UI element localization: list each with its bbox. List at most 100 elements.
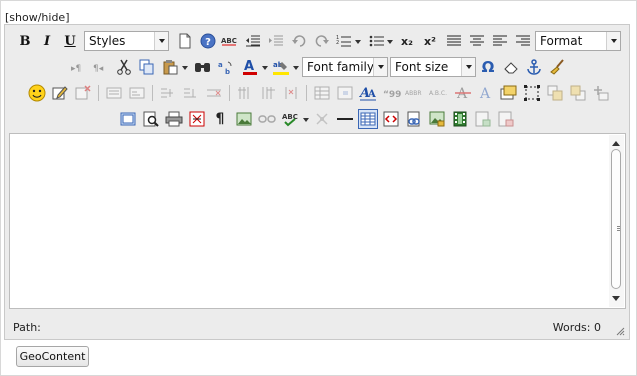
vertical-scrollbar[interactable]: [609, 135, 624, 307]
horizontal-rule-icon[interactable]: [335, 109, 355, 129]
move-forward-icon[interactable]: [545, 83, 565, 103]
show-hide-toggle[interactable]: [show/hide]: [5, 11, 70, 24]
visual-aid-icon[interactable]: [118, 109, 138, 129]
italic-button[interactable]: I: [37, 31, 57, 51]
paste-options-icon[interactable]: [182, 66, 188, 70]
eraser-icon[interactable]: [501, 57, 521, 77]
insert-row-before-icon[interactable]: [158, 83, 178, 103]
insert-layer-icon[interactable]: [499, 83, 519, 103]
text-color-icon[interactable]: A: [240, 57, 260, 77]
emoticon-icon[interactable]: [27, 83, 47, 103]
insert-row-after-icon[interactable]: [181, 83, 201, 103]
delete-attributes-icon[interactable]: [73, 83, 93, 103]
scrollbar-thumb[interactable]: [611, 149, 621, 289]
svg-text:b: b: [225, 68, 230, 75]
svg-text:ABBR: ABBR: [405, 90, 422, 97]
spellchecker-icon[interactable]: ABC: [280, 109, 300, 129]
align-right-icon[interactable]: [513, 31, 533, 51]
move-backward-icon[interactable]: [568, 83, 588, 103]
file-manager-icon[interactable]: [496, 109, 516, 129]
ltr-direction-icon[interactable]: ▸¶: [69, 57, 89, 77]
table-row-props-icon[interactable]: [312, 83, 332, 103]
format-dropdown-label: Format: [540, 34, 583, 48]
styleprops-icon[interactable]: AA: [358, 83, 378, 103]
absolute-position-icon[interactable]: [522, 83, 542, 103]
spellcheck-icon[interactable]: ABC: [220, 31, 240, 51]
table-cell-props-icon[interactable]: [335, 83, 355, 103]
insert-media-icon[interactable]: [450, 109, 470, 129]
unlink-chain-icon[interactable]: [312, 109, 332, 129]
special-character-button[interactable]: Ω: [478, 57, 498, 77]
indent-decrease-icon[interactable]: [243, 31, 263, 51]
path-label: Path:: [13, 321, 41, 334]
anchor-icon[interactable]: [524, 57, 544, 77]
new-document-icon[interactable]: [175, 31, 195, 51]
svg-text:A.B.C.: A.B.C.: [429, 90, 447, 97]
undo-icon[interactable]: [289, 31, 309, 51]
highlight-color-options-icon[interactable]: [293, 66, 299, 70]
svg-text:ABC: ABC: [221, 37, 237, 45]
html-source-icon[interactable]: [381, 109, 401, 129]
bullet-list-icon[interactable]: [367, 31, 387, 51]
editor-content-area[interactable]: [9, 133, 626, 309]
abbreviation-icon[interactable]: [127, 83, 147, 103]
numbered-list-icon[interactable]: 12: [334, 31, 354, 51]
format-dropdown[interactable]: Format: [535, 31, 621, 51]
preview-icon[interactable]: [141, 109, 161, 129]
scroll-up-icon[interactable]: [612, 141, 620, 146]
print-icon[interactable]: [164, 109, 184, 129]
bullet-list-options-icon[interactable]: [387, 40, 393, 44]
insert-image-icon[interactable]: [234, 109, 254, 129]
insert-column-after-icon[interactable]: [258, 83, 278, 103]
edit-attributes-icon[interactable]: [50, 83, 70, 103]
strikethrough-icon[interactable]: A: [453, 83, 473, 103]
align-center-icon[interactable]: [467, 31, 487, 51]
indent-increase-icon[interactable]: [266, 31, 286, 51]
resize-handle-icon[interactable]: [615, 326, 625, 336]
highlight-color-icon[interactable]: ab: [271, 57, 291, 77]
unlink-icon[interactable]: [257, 109, 277, 129]
text-color-options-icon[interactable]: [262, 66, 268, 70]
paste-icon[interactable]: [160, 57, 180, 77]
editor-toolbar: B I U Styles ? ABC 1 2 x₂ x² Format ▸¶ ¶…: [5, 25, 629, 131]
insert-column-before-icon[interactable]: [235, 83, 255, 103]
template-icon[interactable]: [473, 109, 493, 129]
spellchecker-options-icon[interactable]: [303, 118, 309, 122]
find-icon[interactable]: [193, 57, 213, 77]
cut-icon[interactable]: [114, 57, 134, 77]
font-style-icon[interactable]: A: [476, 83, 496, 103]
geocontent-button[interactable]: GeoContent: [16, 346, 89, 367]
chevron-down-icon: [154, 32, 168, 50]
quote-icon[interactable]: “99: [382, 83, 402, 103]
insert-link-icon[interactable]: [404, 109, 424, 129]
delete-column-icon[interactable]: [281, 83, 301, 103]
rtl-direction-icon[interactable]: ¶◂: [91, 57, 111, 77]
superscript-button[interactable]: x²: [420, 31, 440, 51]
font-size-dropdown[interactable]: Font size: [390, 57, 476, 77]
help-icon[interactable]: ?: [198, 31, 218, 51]
delete-row-icon[interactable]: [204, 83, 224, 103]
insert-table-icon[interactable]: [358, 109, 378, 129]
cleanup-brush-icon[interactable]: [547, 57, 567, 77]
insert-element-icon[interactable]: [591, 83, 611, 103]
show-blocks-button[interactable]: ¶: [210, 109, 230, 129]
styles-dropdown-label: Styles: [89, 34, 126, 48]
abbr-icon[interactable]: A.B.C.: [429, 83, 449, 103]
redo-icon[interactable]: [312, 31, 332, 51]
align-left-icon[interactable]: [490, 31, 510, 51]
image-manager-icon[interactable]: [427, 109, 447, 129]
scroll-down-icon[interactable]: [612, 296, 620, 301]
acronym-icon[interactable]: ABBR: [405, 83, 425, 103]
numbered-list-options-icon[interactable]: [355, 40, 361, 44]
justify-full-icon[interactable]: [444, 31, 464, 51]
cite-icon[interactable]: [104, 83, 124, 103]
styles-dropdown[interactable]: Styles: [84, 31, 169, 51]
replace-icon[interactable]: ab: [216, 57, 236, 77]
underline-button[interactable]: U: [60, 31, 80, 51]
font-size-dropdown-label: Font size: [395, 60, 449, 74]
subscript-button[interactable]: x₂: [397, 31, 417, 51]
copy-icon[interactable]: [137, 57, 157, 77]
page-break-icon[interactable]: [187, 109, 207, 129]
bold-button[interactable]: B: [15, 31, 35, 51]
font-family-dropdown[interactable]: Font family: [302, 57, 388, 77]
